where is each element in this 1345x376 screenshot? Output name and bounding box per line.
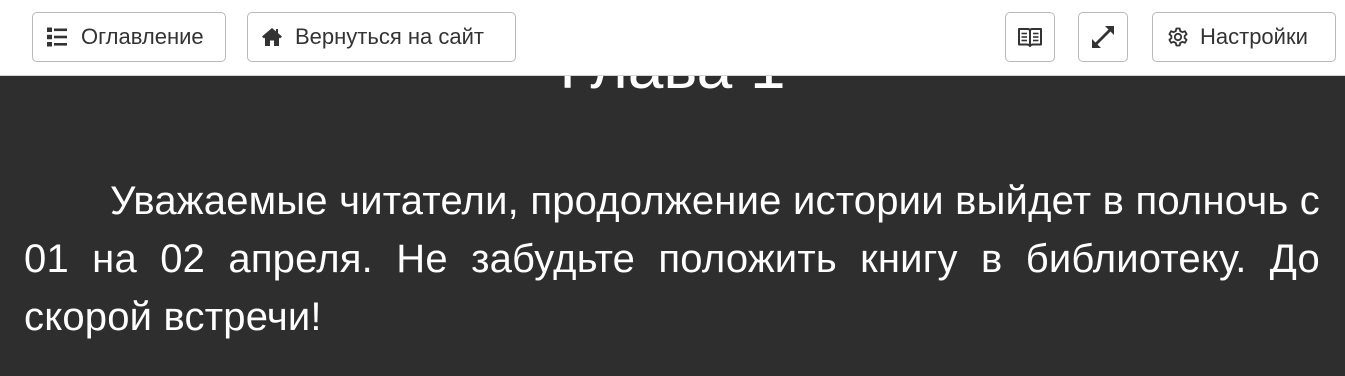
open-book-icon <box>1017 26 1043 48</box>
settings-button[interactable]: Настройки <box>1152 12 1336 62</box>
chapter-paragraph: Уважаемые читатели, продолжение истории … <box>24 179 1320 339</box>
list-icon <box>46 26 68 48</box>
fullscreen-button[interactable] <box>1078 12 1128 62</box>
reading-mode-button[interactable] <box>1005 12 1055 62</box>
gear-icon <box>1167 26 1189 48</box>
settings-label: Настройки <box>1200 24 1308 49</box>
back-to-site-label: Вернуться на сайт <box>295 24 484 49</box>
reader-toolbar: Оглавление Вернуться на сайт Настройки <box>0 0 1345 76</box>
table-of-contents-label: Оглавление <box>81 24 204 49</box>
table-of-contents-button[interactable]: Оглавление <box>32 12 226 62</box>
back-to-site-button[interactable]: Вернуться на сайт <box>247 12 516 62</box>
expand-icon <box>1090 24 1116 50</box>
home-icon <box>261 27 283 47</box>
